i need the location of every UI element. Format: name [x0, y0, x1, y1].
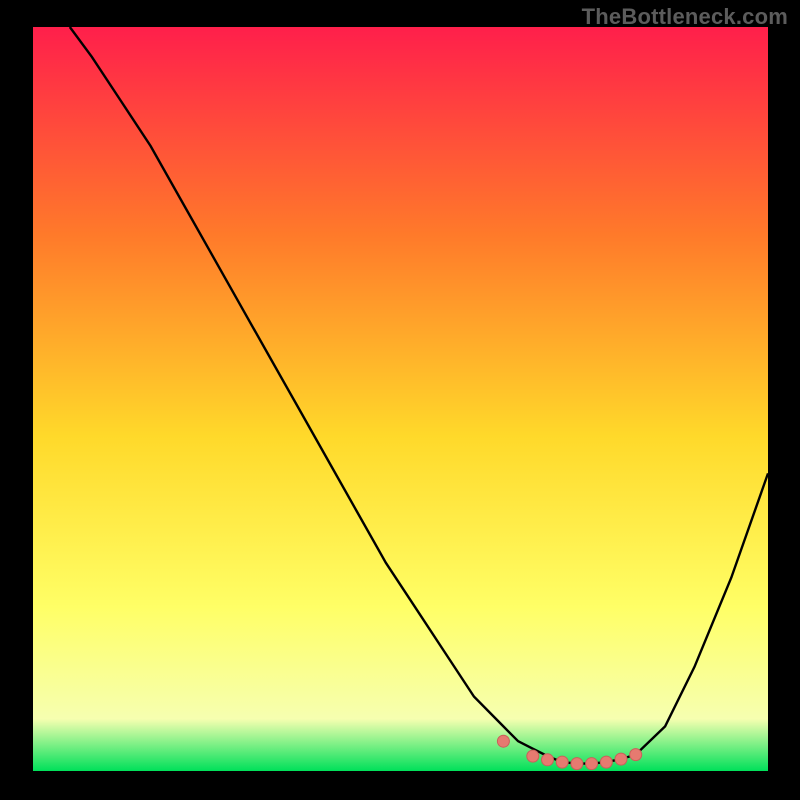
attribution-label: TheBottleneck.com [582, 4, 788, 30]
trough-marker [556, 756, 568, 768]
trough-marker [542, 754, 554, 766]
trough-marker [571, 758, 583, 770]
chart-frame: TheBottleneck.com [0, 0, 800, 800]
trough-marker [497, 735, 509, 747]
trough-marker [586, 758, 598, 770]
trough-marker [527, 750, 539, 762]
trough-marker [630, 749, 642, 761]
gradient-background [33, 27, 768, 771]
bottleneck-chart [0, 0, 800, 800]
trough-marker [600, 756, 612, 768]
trough-marker [615, 753, 627, 765]
